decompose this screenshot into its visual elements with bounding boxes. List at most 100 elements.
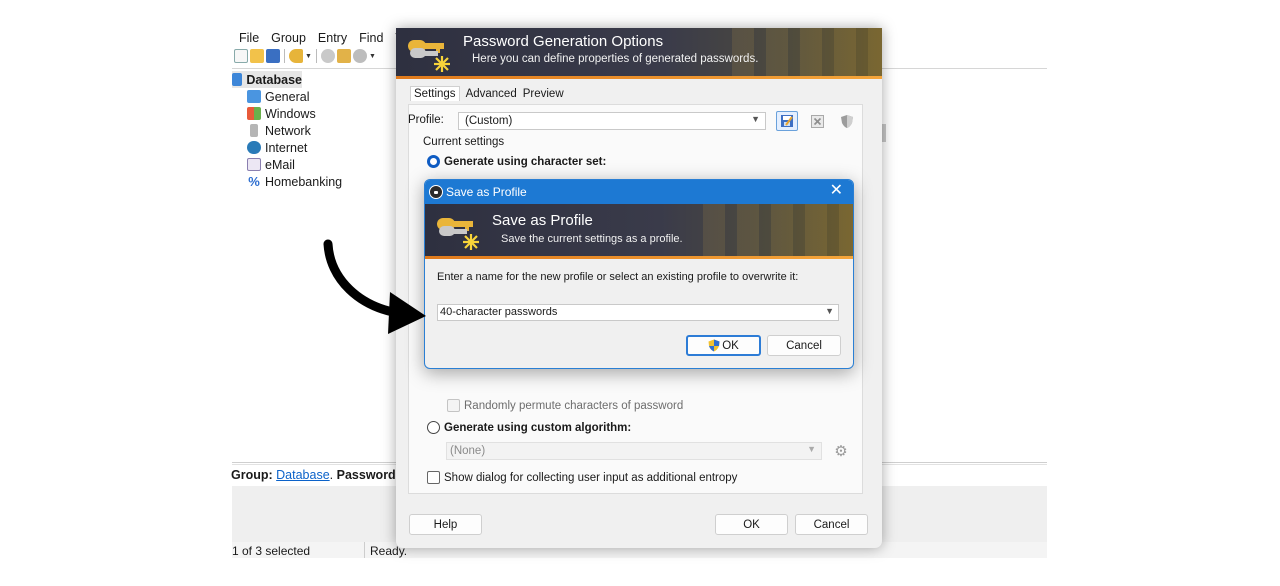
chevron-down-icon: ▼ <box>807 444 816 454</box>
cancel-button[interactable]: Cancel <box>767 335 841 356</box>
menu-group[interactable]: Group <box>270 31 307 45</box>
window-title: Save as Profile <box>446 185 527 199</box>
copy-password-key-icon[interactable] <box>336 49 351 63</box>
algorithm-select[interactable]: (None) ▼ <box>446 442 822 460</box>
key-star-icon <box>437 218 479 250</box>
entropy-option-label: Show dialog for collecting user input as… <box>444 472 738 484</box>
entropy-checkbox[interactable] <box>427 471 440 484</box>
tree-item-email[interactable]: eMail <box>232 156 397 173</box>
gear-icon[interactable]: ⚙ <box>832 443 850 461</box>
banner-decoration <box>703 204 853 259</box>
profile-select-value: (Custom) <box>465 115 513 127</box>
dialog-title: Save as Profile <box>492 212 593 229</box>
permute-checkbox[interactable] <box>447 399 460 412</box>
windows-flag-icon <box>247 107 261 120</box>
custom-algorithm-label: Generate using custom algorithm: <box>444 422 632 434</box>
copy-user-icon[interactable] <box>320 49 335 63</box>
tree-item-label: Internet <box>265 140 308 155</box>
entry-info-bar: Group: Database. Password: ** <box>231 468 413 482</box>
toolbar-separator <box>315 49 317 63</box>
title-bar[interactable]: Save as Profile ✕ <box>425 180 853 204</box>
current-settings-label: Current settings <box>423 136 505 148</box>
tree-item-label: General <box>265 89 310 104</box>
tab-strip: Settings Advanced Preview <box>410 86 564 101</box>
menu-entry[interactable]: Entry <box>317 31 348 45</box>
uac-shield-icon <box>708 339 720 352</box>
profile-select[interactable]: (Custom) ▼ <box>458 112 766 130</box>
info-separator: . <box>329 468 334 482</box>
save-profile-dialog: Save as Profile ✕ Save as Profile Save t… <box>424 179 854 369</box>
delete-profile-button[interactable] <box>806 111 828 131</box>
save-disk-icon[interactable] <box>266 49 280 63</box>
open-url-globe-icon[interactable] <box>352 49 367 63</box>
percent-icon: % <box>248 174 260 189</box>
menu-file[interactable]: File <box>238 31 260 45</box>
lock-icon <box>429 185 443 199</box>
open-folder-icon[interactable] <box>250 49 264 63</box>
folder-icon <box>247 90 261 103</box>
tree-item-homebanking[interactable]: % Homebanking <box>232 173 397 190</box>
tree-item-database[interactable]: Database <box>232 71 302 88</box>
menu-find[interactable]: Find <box>358 31 384 45</box>
tab-preview[interactable]: Preview <box>523 88 564 101</box>
chevron-down-icon[interactable]: ▼ <box>305 53 312 60</box>
selection-count: 1 of 3 selected <box>232 544 311 558</box>
annotation-arrow-icon <box>323 239 426 334</box>
toolbar-separator <box>284 49 285 63</box>
profile-name-prompt: Enter a name for the new profile or sele… <box>437 271 799 283</box>
chevron-down-icon[interactable]: ▼ <box>825 306 834 316</box>
charset-option-label: Generate using character set: <box>444 156 607 168</box>
ok-button-label: OK <box>722 339 739 352</box>
ok-button[interactable]: OK <box>715 514 788 535</box>
profile-name-value: 40-character passwords <box>440 306 558 318</box>
toolbar: ▼ ▼ <box>234 49 376 63</box>
banner-accent-line <box>425 256 853 259</box>
group-link[interactable]: Database <box>276 468 330 482</box>
banner-accent-line <box>396 76 882 79</box>
profile-label: Profile: <box>408 114 444 126</box>
chevron-down-icon[interactable]: ▼ <box>369 53 376 60</box>
save-profile-button[interactable] <box>776 111 798 131</box>
ok-button[interactable]: OK <box>686 335 761 356</box>
save-profile-icon <box>781 115 793 127</box>
help-button[interactable]: Help <box>409 514 482 535</box>
dialog-subtitle: Save the current settings as a profile. <box>501 233 683 245</box>
close-icon[interactable]: ✕ <box>830 182 843 200</box>
dialog-subtitle: Here you can define properties of genera… <box>472 53 759 65</box>
folder-open-icon <box>232 73 243 86</box>
key-star-icon <box>408 40 450 72</box>
group-tree: Database General Windows Network Interne… <box>232 71 397 190</box>
tree-item-general[interactable]: General <box>232 88 397 105</box>
cancel-button[interactable]: Cancel <box>795 514 868 535</box>
tree-item-label: eMail <box>265 157 295 172</box>
tab-settings[interactable]: Settings <box>410 86 460 101</box>
profile-name-combobox[interactable]: 40-character passwords ▼ <box>437 304 839 321</box>
charset-radio[interactable] <box>427 155 440 168</box>
status-separator <box>364 542 365 558</box>
custom-algorithm-radio[interactable] <box>427 421 440 434</box>
tab-advanced[interactable]: Advanced <box>466 88 517 101</box>
tree-item-internet[interactable]: Internet <box>232 139 397 156</box>
password-label: Password: <box>336 468 400 482</box>
tree-item-windows[interactable]: Windows <box>232 105 397 122</box>
delete-icon <box>810 114 824 128</box>
add-entry-key-icon[interactable] <box>289 49 303 63</box>
shield-icon <box>841 114 853 128</box>
globe-icon <box>247 141 261 154</box>
menu-bar: File Group Entry Find V <box>238 31 405 45</box>
new-database-icon[interactable] <box>234 49 248 63</box>
dialog-title: Password Generation Options <box>463 33 664 50</box>
tree-item-label: Homebanking <box>265 174 343 189</box>
tree-item-label: Windows <box>265 106 316 121</box>
algorithm-select-value: (None) <box>450 445 486 457</box>
tree-item-label: Network <box>265 123 311 138</box>
tree-item-label: Database <box>246 72 302 87</box>
network-plug-icon <box>250 124 258 137</box>
permute-option-label: Randomly permute characters of password <box>464 400 684 412</box>
profile-manager-button[interactable] <box>836 111 858 131</box>
email-envelope-icon <box>247 158 261 171</box>
dialog-banner: Password Generation Options Here you can… <box>396 28 882 79</box>
tree-item-network[interactable]: Network <box>232 122 397 139</box>
dialog-banner: Save as Profile Save the current setting… <box>425 204 853 259</box>
group-label: Group: <box>231 468 273 482</box>
